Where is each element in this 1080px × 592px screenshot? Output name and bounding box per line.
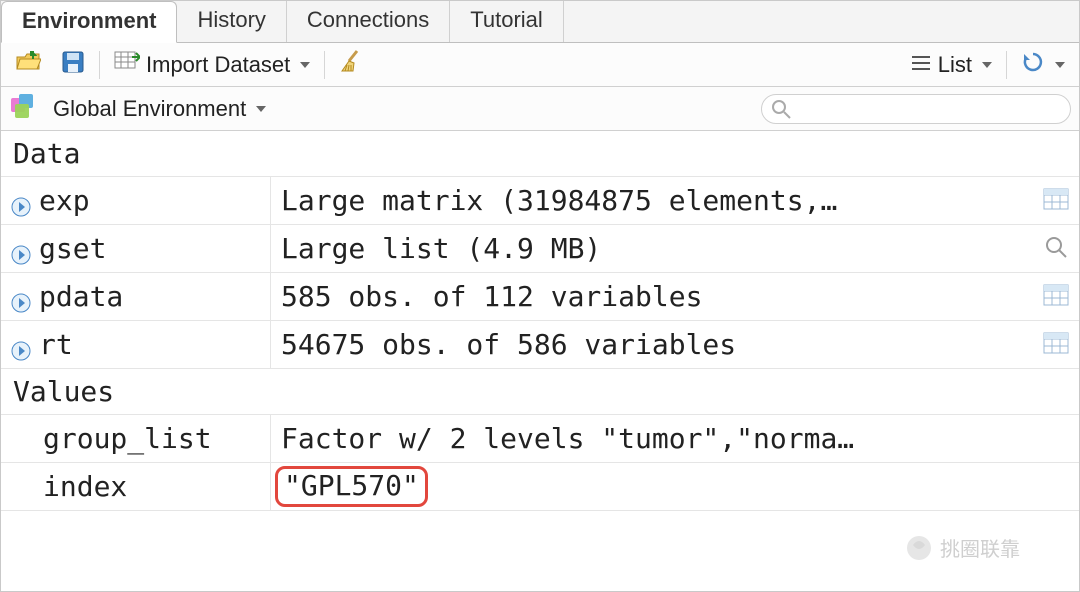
scope-row: Global Environment [1,87,1079,131]
tab-label: History [197,7,265,32]
env-row[interactable]: exp Large matrix (31984875 elements,… [1,177,1079,225]
list-view-label: List [938,52,972,78]
env-row[interactable]: rt 54675 obs. of 586 variables [1,321,1079,369]
chevron-down-icon [1055,62,1065,68]
grid-import-icon [114,51,140,79]
separator [1006,51,1007,79]
grid-icon[interactable] [1043,328,1069,361]
tab-label: Environment [22,8,156,33]
chevron-down-icon [256,106,266,112]
tab-connections[interactable]: Connections [287,1,450,42]
object-name: pdata [39,280,123,313]
section-header-data: Data [1,131,1079,177]
object-name: gset [39,232,106,265]
import-dataset-button[interactable]: Import Dataset [108,49,316,81]
expand-icon[interactable] [11,287,31,307]
grid-icon[interactable] [1043,280,1069,313]
object-name: index [43,470,127,503]
toolbar: Import Dataset List [1,43,1079,87]
object-value-highlighted: "GPL570" [275,466,428,507]
tab-environment[interactable]: Environment [1,1,177,43]
save-button[interactable] [55,48,91,82]
chevron-down-icon [300,62,310,68]
tabbar: Environment History Connections Tutorial [1,1,1079,43]
clear-button[interactable] [333,47,371,83]
object-value: 585 obs. of 112 variables [271,273,1033,320]
broom-icon [339,49,365,81]
refresh-button[interactable] [1015,48,1071,82]
list-view-button[interactable]: List [904,50,998,80]
list-lines-icon [910,52,932,78]
expand-icon[interactable] [11,191,31,211]
object-name: rt [39,328,73,361]
separator [99,51,100,79]
window-buttons [1065,1,1079,42]
search-input[interactable] [761,94,1071,124]
env-row[interactable]: gset Large list (4.9 MB) [1,225,1079,273]
environment-table: Data exp Large matrix (31984875 elements… [1,131,1079,511]
tab-history[interactable]: History [177,1,286,42]
tab-label: Connections [307,7,429,32]
env-row[interactable]: pdata 585 obs. of 112 variables [1,273,1079,321]
environment-scope-button[interactable]: Global Environment [47,94,272,124]
scope-icon [9,94,37,124]
grid-icon[interactable] [1043,184,1069,217]
scope-label: Global Environment [53,96,246,122]
chevron-down-icon [982,62,992,68]
object-value: Large list (4.9 MB) [271,225,1033,272]
object-value: Large matrix (31984875 elements,… [271,177,1033,224]
object-name: exp [39,184,90,217]
expand-icon[interactable] [11,239,31,259]
env-row[interactable]: group_list Factor w/ 2 levels "tumor","n… [1,415,1079,463]
import-dataset-label: Import Dataset [146,52,290,78]
folder-open-icon [15,51,41,79]
section-header-values: Values [1,369,1079,415]
tab-label: Tutorial [470,7,543,32]
refresh-icon [1021,50,1045,80]
floppy-disk-icon [61,50,85,80]
object-name: group_list [43,422,212,455]
tab-tutorial[interactable]: Tutorial [450,1,564,42]
search-icon [771,99,791,125]
object-value: 54675 obs. of 586 variables [271,321,1033,368]
search-icon[interactable] [1045,232,1067,265]
open-button[interactable] [9,49,47,81]
object-value: Factor w/ 2 levels "tumor","norma… [271,415,1033,462]
expand-icon[interactable] [11,335,31,355]
env-row[interactable]: index "GPL570" [1,463,1079,511]
separator [324,51,325,79]
